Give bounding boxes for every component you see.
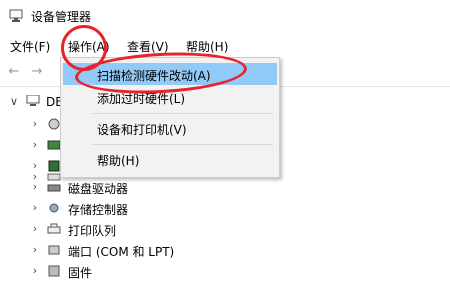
tree-row[interactable]: › 存储控制器 [0, 198, 450, 219]
menu-item-label: 添加过时硬件(L) [97, 92, 186, 106]
printer-icon [47, 223, 61, 234]
disk-drive-icon [47, 184, 61, 192]
menu-view[interactable]: 查看(V) [127, 38, 169, 55]
tree-row[interactable]: › 端口 (COM 和 LPT) [0, 240, 450, 261]
action-menu-dropdown: 扫描检测硬件改动(A) 添加过时硬件(L) 设备和打印机(V) 帮助(H) [60, 57, 280, 178]
menu-item-add-legacy-hardware[interactable]: 添加过时硬件(L) [63, 86, 277, 108]
chevron-right-icon[interactable]: › [30, 223, 40, 234]
chevron-right-icon[interactable]: › [30, 118, 40, 129]
chevron-right-icon[interactable]: › [30, 244, 40, 255]
tree-row-label: 磁盘驱动器 [68, 182, 129, 196]
menu-bar: 文件(F) 操作(A) 查看(V) 帮助(H) [0, 36, 450, 56]
menu-item-scan-hardware[interactable]: 扫描检测硬件改动(A) [63, 63, 277, 85]
storage-controller-icon [49, 203, 59, 213]
forward-arrow-icon[interactable]: → [28, 64, 46, 80]
firmware-icon [48, 265, 60, 277]
chevron-down-icon[interactable]: ∨ [9, 96, 19, 107]
menu-item-help[interactable]: 帮助(H) [63, 148, 277, 170]
network-adapter-icon [47, 140, 61, 150]
port-icon [48, 245, 60, 255]
title-bar: 设备管理器 [0, 0, 450, 32]
tree-row-label: 端口 (COM 和 LPT) [68, 245, 175, 259]
tree-row-label: 存储控制器 [68, 203, 129, 217]
window-title: 设备管理器 [31, 10, 92, 24]
tree-row-label: 打印队列 [68, 224, 117, 238]
computer-icon [26, 95, 40, 106]
toolbar: ← → [0, 60, 60, 86]
menu-action[interactable]: 操作(A) [68, 38, 110, 55]
tree-row-label: 固件 [68, 266, 93, 280]
chevron-right-icon[interactable]: › [30, 265, 40, 276]
menu-item-label: 扫描检测硬件改动(A) [97, 69, 211, 83]
chevron-right-icon[interactable]: › [30, 202, 40, 213]
tree-row[interactable]: › 打印队列 [0, 219, 450, 240]
audio-device-icon [48, 118, 60, 130]
menu-divider [93, 113, 273, 114]
menu-help[interactable]: 帮助(H) [186, 38, 228, 55]
chevron-right-icon[interactable]: › [30, 139, 40, 150]
menu-item-label: 帮助(H) [97, 154, 140, 168]
back-arrow-icon[interactable]: ← [5, 64, 23, 80]
menu-file[interactable]: 文件(F) [10, 38, 50, 55]
device-manager-icon [9, 9, 23, 22]
menu-divider [93, 144, 273, 145]
menu-item-devices-printers[interactable]: 设备和打印机(V) [63, 117, 277, 139]
tree-row[interactable]: › 磁盘驱动器 [0, 177, 450, 198]
menu-item-label: 设备和打印机(V) [97, 123, 187, 137]
chevron-right-icon[interactable]: › [30, 181, 40, 192]
